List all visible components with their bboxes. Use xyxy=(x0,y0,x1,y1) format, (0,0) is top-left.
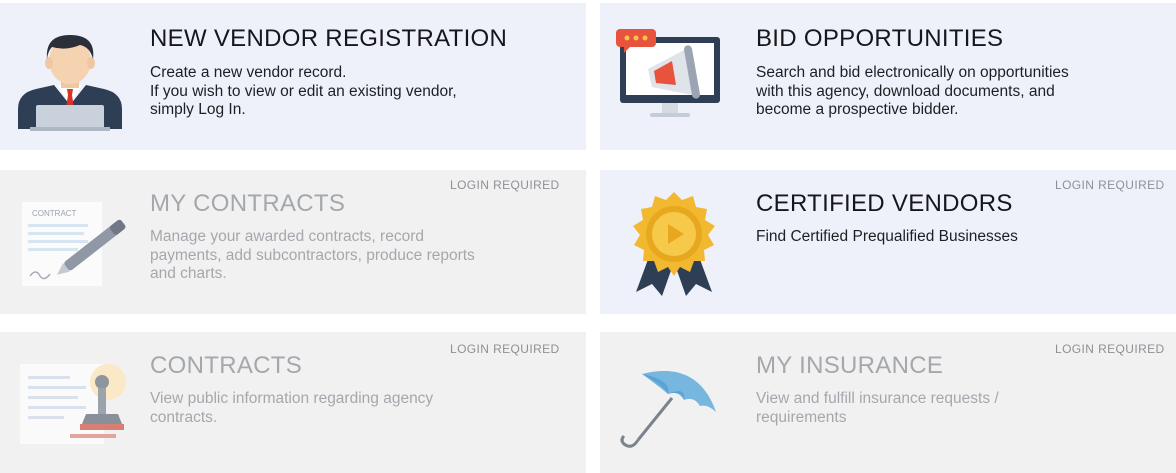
card-description: View and fulfill insurance requests / re… xyxy=(756,390,999,426)
svg-text:CONTRACT: CONTRACT xyxy=(32,209,77,218)
login-required-badge: LOGIN REQUIRED xyxy=(450,342,560,356)
card-description: Create a new vendor record. If you wish … xyxy=(150,64,457,118)
card-description: Search and bid electronically on opportu… xyxy=(756,64,1069,118)
certified-badge-icon xyxy=(633,192,715,296)
login-required-badge: LOGIN REQUIRED xyxy=(1055,342,1165,356)
card-description: View public information regarding agency… xyxy=(150,390,434,426)
contract-pen-icon: CONTRACT xyxy=(22,202,126,286)
card-contracts[interactable]: LOGIN REQUIRED CONTRACTS View public inf… xyxy=(0,332,586,473)
document-stamp-icon xyxy=(20,364,126,444)
card-certified-vendors[interactable]: LOGIN REQUIRED CERTIFIED VENDORS Find Ce… xyxy=(600,170,1176,314)
umbrella-icon xyxy=(620,371,716,448)
vendor-portal-grid: NEW VENDOR REGISTRATION Create a new ven… xyxy=(0,0,1176,473)
card-bid-opportunities[interactable]: BID OPPORTUNITIES Search and bid electro… xyxy=(600,3,1176,150)
card-my-insurance[interactable]: LOGIN REQUIRED MY INSURANCE View and ful… xyxy=(600,332,1176,473)
vendor-person-icon xyxy=(18,35,122,131)
megaphone-monitor-icon xyxy=(616,29,720,117)
card-title: MY CONTRACTS xyxy=(150,190,346,217)
card-new-vendor-registration[interactable]: NEW VENDOR REGISTRATION Create a new ven… xyxy=(0,3,586,150)
card-title: CERTIFIED VENDORS xyxy=(756,190,1013,217)
card-title: CONTRACTS xyxy=(150,352,303,379)
card-title: NEW VENDOR REGISTRATION xyxy=(150,25,508,52)
login-required-badge: LOGIN REQUIRED xyxy=(1055,178,1165,192)
login-required-badge: LOGIN REQUIRED xyxy=(450,178,560,192)
card-description: Manage your awarded contracts, record pa… xyxy=(150,228,475,282)
card-description: Find Certified Prequalified Businesses xyxy=(756,228,1018,245)
card-my-contracts[interactable]: LOGIN REQUIRED CONTRACT MY CONTRACTS Man… xyxy=(0,170,586,314)
card-title: BID OPPORTUNITIES xyxy=(756,25,1004,52)
card-title: MY INSURANCE xyxy=(756,352,944,379)
